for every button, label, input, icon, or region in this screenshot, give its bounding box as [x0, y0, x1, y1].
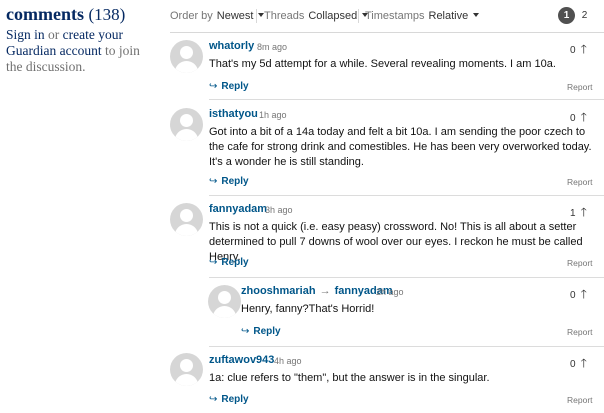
reply-arrow-icon: ↪ [209, 81, 218, 92]
report-link[interactable]: Report [567, 258, 593, 268]
signin-prompt: Sign in or create your Guardian account … [6, 27, 156, 75]
recommend-count: 0 [570, 290, 576, 301]
discussion-header: comments (138) Sign in or create your Gu… [6, 4, 156, 75]
avatar[interactable] [170, 108, 203, 141]
comment-timestamp[interactable]: 8m ago [257, 42, 287, 52]
report-link[interactable]: Report [567, 177, 593, 187]
timestamps-label: Timestamps [365, 10, 425, 22]
comment-body: Got into a bit of a 14a today and felt a… [209, 126, 592, 168]
reply-label: Reply [253, 326, 281, 337]
comment-timestamp[interactable]: 3h ago [265, 205, 293, 215]
comment-divider [209, 99, 604, 100]
report-link[interactable]: Report [567, 327, 593, 337]
comments-title: comments [6, 4, 84, 24]
toolbar-divider [256, 9, 257, 23]
comment-author[interactable]: zuftawov943 [209, 354, 274, 366]
reply-arrow-icon: ↪ [209, 257, 218, 268]
arrow-up-icon[interactable]: 🡑 [581, 285, 587, 306]
reply-button[interactable]: ↪ Reply [209, 176, 249, 187]
reply-arrow-icon: ↪ [209, 394, 218, 405]
reply-label: Reply [221, 81, 249, 92]
signin-or-text: or [44, 27, 63, 42]
order-by-label: Order by [170, 10, 213, 22]
timestamps-value: Relative [428, 10, 469, 22]
report-link[interactable]: Report [567, 82, 593, 92]
reply-arrow-icon: ↪ [241, 326, 250, 337]
avatar[interactable] [208, 285, 241, 318]
comment-divider [209, 346, 604, 347]
threads-value: Collapsed [308, 10, 358, 22]
comment-divider [209, 195, 604, 196]
reply-arrow-icon: ↪ [209, 176, 218, 187]
reply-label: Reply [221, 257, 249, 268]
recommend-count: 0 [570, 45, 576, 56]
comments-toolbar: Order by Newest Threads Collapsed Timestam… [170, 6, 604, 28]
chevron-down-icon [473, 13, 480, 18]
avatar[interactable] [170, 203, 203, 236]
threads-label: Threads [264, 10, 305, 22]
reply-label: Reply [221, 394, 249, 405]
comment-author[interactable]: whatorly [209, 40, 254, 52]
comment-author[interactable]: isthatyou [209, 108, 258, 120]
comment-body: This is not a quick (i.e. easy peasy) cr… [209, 221, 583, 263]
recommend-count: 1 [570, 208, 576, 219]
order-by-value: Newest [216, 10, 254, 22]
reply-button[interactable]: ↪ Reply [241, 326, 281, 337]
header-divider [170, 32, 604, 33]
comment-timestamp[interactable]: 1h ago [259, 110, 287, 120]
comments-count: (138) [88, 5, 126, 24]
comment-author[interactable]: fannyadam [209, 203, 267, 215]
reply-label: Reply [221, 176, 249, 187]
signin-link[interactable]: Sign in [6, 27, 45, 42]
recommend-count: 0 [570, 359, 576, 370]
reply-button[interactable]: ↪ Reply [209, 257, 249, 268]
comment-timestamp[interactable]: 2h ago [376, 287, 404, 297]
timestamps-dropdown[interactable]: Timestamps Relative [365, 10, 480, 22]
comment-timestamp[interactable]: 4h ago [274, 356, 302, 366]
report-link[interactable]: Report [567, 395, 593, 405]
threads-dropdown[interactable]: Threads Collapsed [264, 10, 369, 22]
comment-author: zhooshmariah → fannyadam [241, 285, 393, 297]
page-1-button[interactable]: 1 [558, 7, 575, 24]
avatar[interactable] [170, 353, 203, 386]
reply-button[interactable]: ↪ Reply [209, 394, 249, 405]
comment-body: Henry, fanny?That's Horrid! [241, 303, 375, 315]
comment-body: That's my 5d attempt for a while. Severa… [209, 58, 556, 70]
reply-to-arrow-icon: → [319, 285, 331, 297]
comment-body: 1a: clue refers to "them", but the answe… [209, 372, 490, 384]
toolbar-divider [358, 9, 359, 23]
page-2-button[interactable]: 2 [576, 7, 593, 24]
recommend-count: 0 [570, 113, 576, 124]
reply-button[interactable]: ↪ Reply [209, 81, 249, 92]
comments-heading: comments (138) [6, 4, 156, 25]
avatar[interactable] [170, 40, 203, 73]
order-by-dropdown[interactable]: Order by Newest [170, 10, 265, 22]
reply-author[interactable]: zhooshmariah [241, 285, 316, 297]
comment-divider [209, 277, 604, 278]
